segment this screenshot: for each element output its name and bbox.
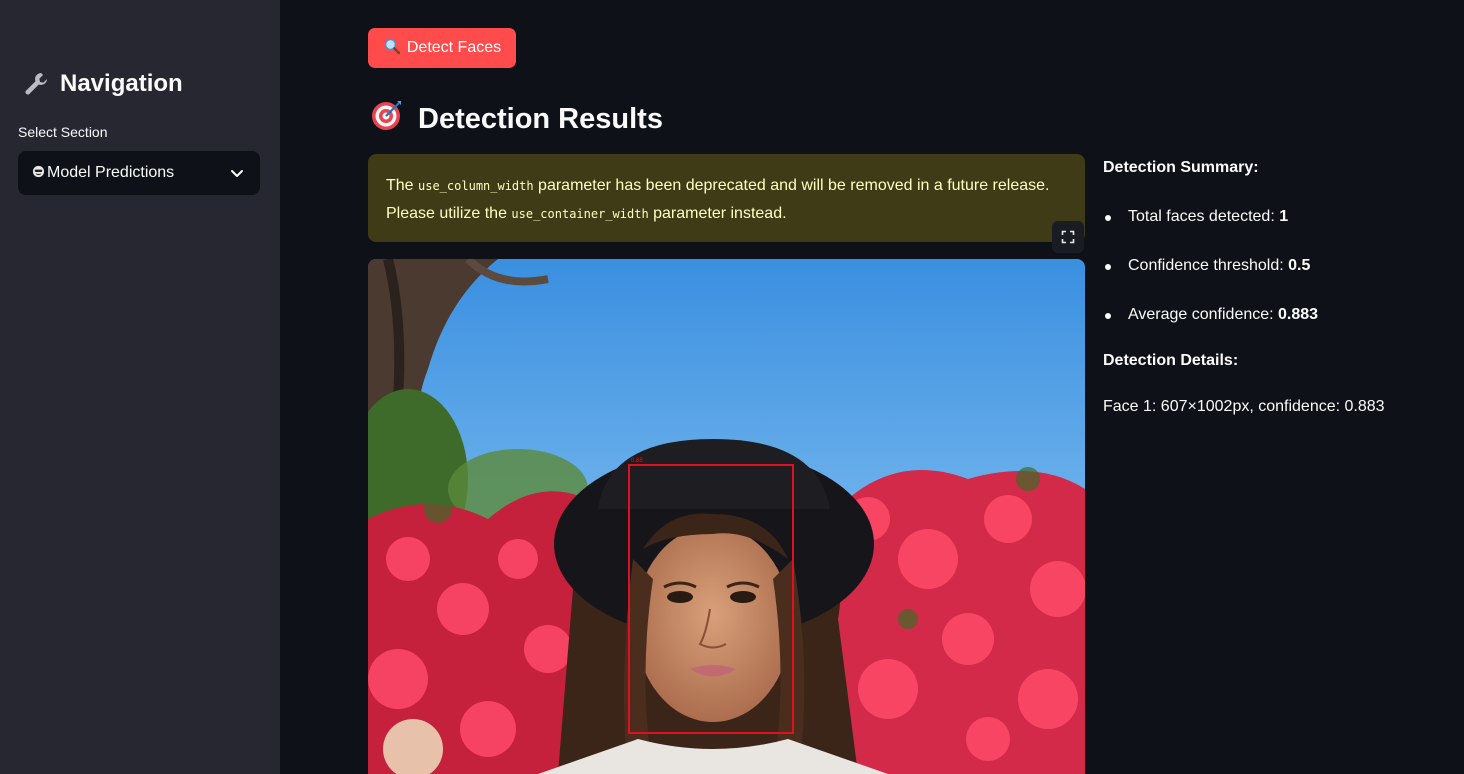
details-heading: Detection Details: [1103,352,1239,369]
detection-results-title: Detection Results [370,98,663,140]
summary-item-value: 1 [1279,208,1289,225]
warning-text-3: parameter instead. [648,205,787,222]
summary-item-value: 0.883 [1278,306,1319,323]
detection-results-title-text: Detection Results [418,102,663,135]
warning-code-2: use_container_width [511,207,649,221]
detection-summary: Detection Summary: Total faces detected:… [1103,156,1443,419]
sidebar-title-label: Navigation [60,70,183,97]
wrench-icon [22,70,50,98]
sidebar-title: Navigation [22,70,183,98]
fullscreen-icon [1061,230,1075,244]
target-icon [370,98,404,140]
bbox-label: 0.88 [631,458,643,464]
list-item: Confidence threshold: 0.5 [1103,254,1443,303]
fullscreen-button[interactable] [1052,221,1084,253]
detection-image: 0.88 [368,259,1085,774]
list-item: Total faces detected: 1 [1103,205,1443,254]
section-select[interactable]: Model Predictions [18,151,260,195]
list-item: Average confidence: 0.883 [1103,303,1443,352]
detect-faces-button[interactable]: Detect Faces [368,28,516,68]
magnifier-icon [383,37,401,60]
summary-item-label: Average confidence: [1128,306,1279,323]
summary-item-label: Total faces detected: [1128,208,1280,225]
summary-item-label: Confidence threshold: [1128,257,1289,274]
sidebar: Navigation Select Section Model Predicti… [0,0,280,774]
summary-list: Total faces detected: 1 Confidence thres… [1103,205,1443,352]
deprecation-warning: The use_column_width parameter has been … [368,154,1085,242]
app-root: Navigation Select Section Model Predicti… [0,0,1464,774]
summary-heading: Detection Summary: [1103,159,1259,176]
detect-faces-button-label: Detect Faces [406,39,502,56]
select-section-label: Select Section [18,124,108,140]
chevron-down-icon [228,164,246,182]
section-select-value: Model Predictions [47,164,175,181]
warning-text-1: The [386,177,419,194]
summary-item-value: 0.5 [1288,257,1311,274]
face-detail-line: Face 1: 607×1002px, confidence: 0.883 [1103,398,1385,415]
face-emoji-icon [32,165,45,181]
warning-code-1: use_column_width [418,179,534,193]
